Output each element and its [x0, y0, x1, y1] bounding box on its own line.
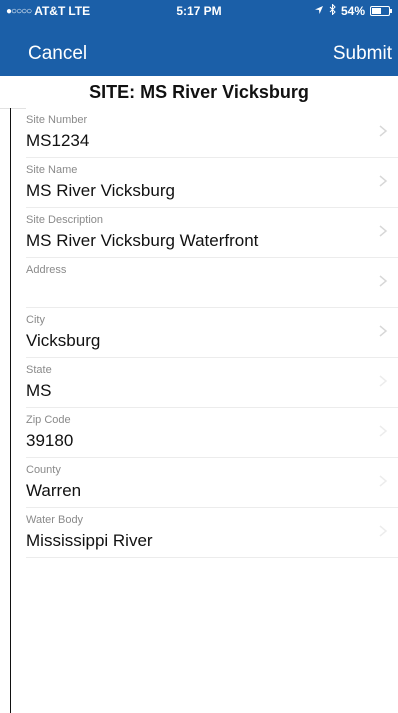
chevron-right-icon [376, 124, 390, 138]
chevron-right-icon [376, 474, 390, 488]
status-right: 54% [314, 3, 392, 18]
field-value: MS River Vicksburg [26, 181, 175, 200]
battery-fill [372, 8, 381, 14]
field-site-description[interactable]: Site Description MS River Vicksburg Wate… [26, 208, 398, 258]
field-value: MS River Vicksburg Waterfront [26, 231, 259, 250]
field-value: Warren [26, 481, 82, 500]
chevron-right-icon [376, 174, 390, 188]
field-label: Water Body [26, 514, 84, 526]
field-label: Site Name [26, 164, 78, 176]
navigation-bar: Cancel Submit [0, 30, 398, 76]
page-title: SITE: MS River Vicksburg [89, 82, 309, 102]
chevron-right-icon [376, 224, 390, 238]
field-value: MS [26, 381, 52, 400]
submit-button[interactable]: Submit [333, 43, 392, 65]
field-label: City [26, 314, 45, 326]
field-water-body[interactable]: Water Body Mississippi River [26, 508, 398, 558]
field-city[interactable]: City Vicksburg [26, 308, 398, 358]
field-address[interactable]: Address [26, 258, 398, 308]
chevron-right-icon [376, 274, 390, 288]
bluetooth-icon [329, 3, 336, 18]
field-label: County [26, 464, 61, 476]
field-value: Mississippi River [26, 531, 153, 550]
site-form: Site Number MS1234 Site Name MS River Vi… [0, 108, 398, 558]
field-label: Site Number [26, 114, 88, 126]
field-state[interactable]: State MS [26, 358, 398, 408]
chevron-right-icon [376, 374, 390, 388]
field-zip-code[interactable]: Zip Code 39180 [26, 408, 398, 458]
field-label: State [26, 364, 52, 376]
status-bar: ●○○○○ AT&T LTE 5:17 PM 54% [0, 0, 398, 22]
battery-icon [370, 6, 392, 16]
location-arrow-icon [314, 4, 324, 18]
field-label: Address [26, 264, 67, 276]
chevron-right-icon [376, 324, 390, 338]
field-value: 39180 [26, 431, 74, 450]
field-site-name[interactable]: Site Name MS River Vicksburg [26, 158, 398, 208]
field-label: Site Description [26, 214, 104, 226]
field-site-number[interactable]: Site Number MS1234 [26, 108, 398, 158]
field-value: Vicksburg [26, 331, 101, 350]
chevron-right-icon [376, 524, 390, 538]
cancel-button[interactable]: Cancel [28, 43, 87, 65]
field-label: Zip Code [26, 414, 71, 426]
top-bar: ●○○○○ AT&T LTE 5:17 PM 54% Cancel Submit [0, 0, 398, 76]
field-value: MS1234 [26, 131, 90, 150]
site-header: SITE: MS River Vicksburg [0, 76, 398, 109]
battery-percent: 54% [340, 4, 365, 18]
chevron-right-icon [376, 424, 390, 438]
field-county[interactable]: County Warren [26, 458, 398, 508]
